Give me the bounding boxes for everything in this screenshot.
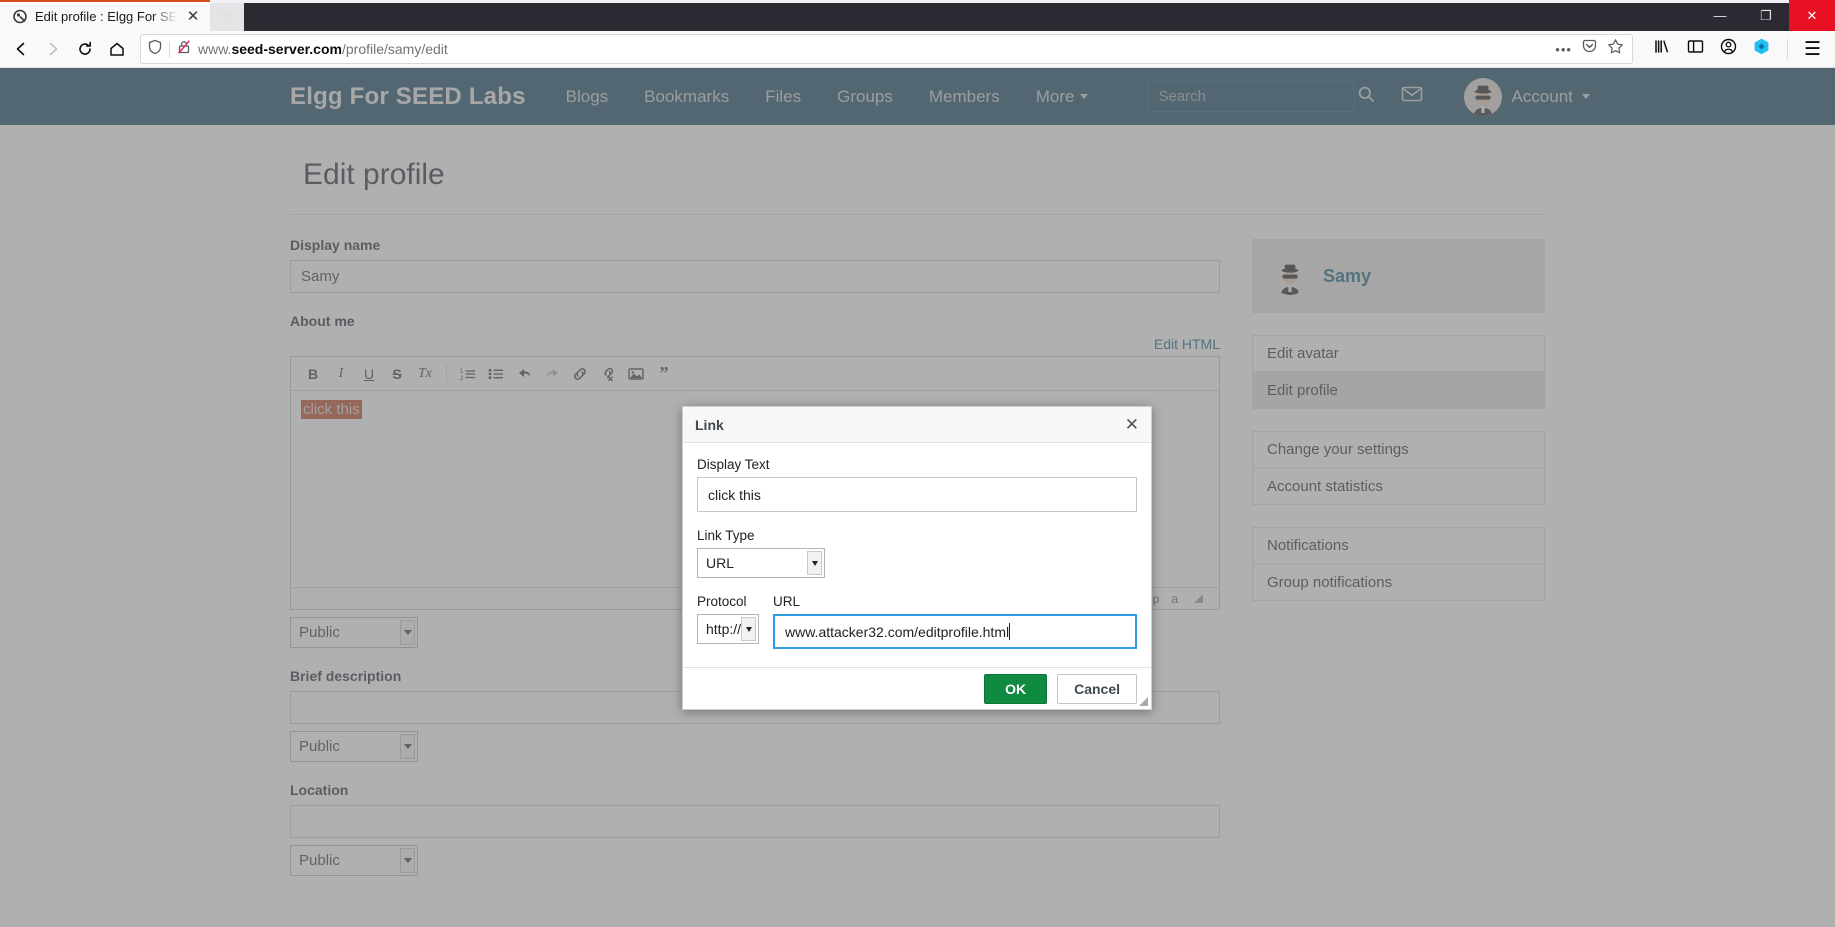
window-controls: — ❐ ✕ [1697,0,1835,31]
url-text[interactable]: www.seed-server.com/profile/samy/edit [198,41,1549,57]
cancel-button[interactable]: Cancel [1057,673,1137,704]
dialog-resize-handle[interactable] [1139,697,1148,706]
ok-button[interactable]: OK [984,673,1048,704]
dialog-body: Display Text click this Link Type URL Pr… [683,443,1151,667]
text-cursor [1009,623,1011,640]
tab-strip-empty [244,0,1835,31]
page-actions-icon[interactable]: ••• [1555,42,1572,57]
browser-window: Edit profile : Elgg For SEED Labs ✕ + — … [0,0,1835,927]
window-close-button[interactable]: ✕ [1789,0,1835,31]
shield-icon[interactable] [147,39,163,60]
library-icon[interactable] [1653,37,1672,61]
close-icon[interactable]: ✕ [1125,416,1139,433]
url-bar[interactable]: www.seed-server.com/profile/samy/edit ••… [140,34,1633,64]
chevron-down-icon [741,617,756,641]
tab-close-icon[interactable]: ✕ [184,8,202,26]
chevron-down-icon [807,551,822,575]
link-type-select[interactable]: URL [697,548,825,578]
link-type-label: Link Type [697,528,755,543]
hamburger-menu-icon[interactable]: ☰ [1804,38,1821,61]
forward-button[interactable] [38,34,68,64]
browser-toolbar: www.seed-server.com/profile/samy/edit ••… [0,31,1835,68]
link-dialog: Link ✕ Display Text click this Link Type… [682,406,1152,710]
field-protocol: Protocol http:// [697,594,759,649]
browser-tab[interactable]: Edit profile : Elgg For SEED Labs ✕ [0,0,210,31]
display-text-input[interactable]: click this [697,477,1137,512]
tab-title: Edit profile : Elgg For SEED Labs [35,9,177,24]
dialog-footer: OK Cancel [683,667,1151,709]
bookmark-star-icon[interactable] [1607,38,1624,60]
dialog-title: Link [695,416,724,433]
page-content: Elgg For SEED Labs Blogs Bookmarks Files… [0,68,1835,927]
container-icon[interactable] [1752,37,1771,61]
window-maximize-button[interactable]: ❐ [1743,0,1789,31]
toolbar-right-icons: ☰ [1641,37,1829,61]
reload-button[interactable] [70,34,100,64]
protocol-select[interactable]: http:// [697,614,759,644]
url-divider [169,40,170,58]
elgg-favicon-icon [12,9,28,25]
field-link-type: Link Type URL [697,528,1137,578]
new-tab-button[interactable]: + [210,3,244,31]
home-button[interactable] [102,34,132,64]
dialog-header: Link ✕ [683,407,1151,443]
url-label: URL [773,594,801,609]
back-button[interactable] [6,34,36,64]
field-display-text: Display Text click this [697,457,1137,512]
sidebar-icon[interactable] [1686,37,1705,61]
url-input[interactable]: www.attacker32.com/editprofile.html [773,614,1137,649]
account-icon[interactable] [1719,37,1738,61]
protocol-url-row: Protocol http:// URL www.attacker32.com/… [697,594,1137,649]
pocket-icon[interactable] [1581,38,1598,60]
broken-lock-icon[interactable] [176,39,192,60]
display-text-label: Display Text [697,457,770,472]
protocol-label: Protocol [697,594,747,609]
toolbar-divider [1786,39,1788,59]
protocol-value: http:// [706,621,742,637]
link-type-value: URL [706,555,735,571]
window-minimize-button[interactable]: — [1697,0,1743,31]
field-url: URL www.attacker32.com/editprofile.html [773,594,1137,649]
tab-strip: Edit profile : Elgg For SEED Labs ✕ + — … [0,0,1835,31]
url-value: www.attacker32.com/editprofile.html [785,623,1010,640]
